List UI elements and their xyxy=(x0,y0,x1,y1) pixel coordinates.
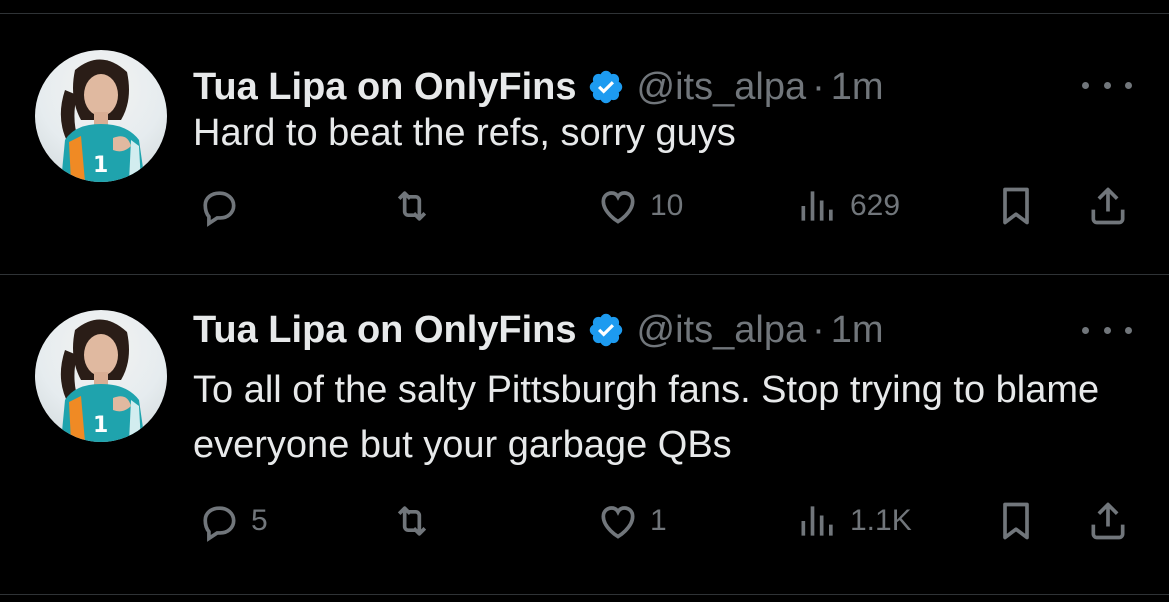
like-count: 10 xyxy=(650,189,684,222)
views-icon xyxy=(801,506,833,536)
view-count: 629 xyxy=(850,189,901,222)
bookmark-icon xyxy=(1003,187,1029,225)
retweet-button[interactable] xyxy=(390,499,444,543)
bottom-divider xyxy=(0,594,1169,595)
tweet-text: To all of the salty Pittsburgh fans. Sto… xyxy=(193,369,1100,466)
share-button[interactable] xyxy=(1086,184,1130,228)
share-icon xyxy=(1091,187,1125,225)
action-bar: 5 1 1.1K xyxy=(0,499,1169,549)
author-name[interactable]: Tua Lipa on OnlyFins xyxy=(193,66,577,109)
tweet-header: Tua Lipa on OnlyFins @its_alpa · 1m xyxy=(193,64,884,110)
views-icon xyxy=(801,191,833,221)
retweet-icon xyxy=(397,506,427,536)
heart-icon xyxy=(601,506,635,539)
avatar[interactable]: 1 xyxy=(35,310,167,442)
like-button[interactable]: 1 xyxy=(596,499,667,543)
views-button[interactable]: 629 xyxy=(796,184,900,228)
timestamp[interactable]: 1m xyxy=(831,66,884,109)
reply-icon xyxy=(203,191,236,227)
reply-button[interactable]: 5 xyxy=(197,499,268,543)
retweet-icon xyxy=(397,191,427,221)
author-name[interactable]: Tua Lipa on OnlyFins xyxy=(193,309,577,352)
share-button[interactable] xyxy=(1086,499,1130,543)
bookmark-button[interactable] xyxy=(994,184,1038,228)
verified-badge-icon xyxy=(587,68,625,106)
timestamp[interactable]: 1m xyxy=(831,309,884,352)
author-handle[interactable]: @its_alpa xyxy=(637,66,807,109)
reply-count: 5 xyxy=(251,504,268,537)
share-icon xyxy=(1091,502,1125,540)
author-handle[interactable]: @its_alpa xyxy=(637,309,807,352)
like-count: 1 xyxy=(650,504,667,537)
reply-button[interactable] xyxy=(197,184,251,228)
bookmark-button[interactable] xyxy=(994,499,1038,543)
reply-icon xyxy=(203,506,236,542)
more-options-icon[interactable] xyxy=(1082,315,1132,345)
action-bar: 10 629 xyxy=(0,184,1169,234)
tweet-1[interactable]: 1 Tua Lipa on OnlyFins @its_alpa · 1m Ha… xyxy=(0,14,1169,276)
views-button[interactable]: 1.1K xyxy=(796,499,912,543)
svg-text:1: 1 xyxy=(93,153,108,178)
verified-badge-icon xyxy=(587,311,625,349)
more-options-icon[interactable] xyxy=(1082,70,1132,100)
tweet-2[interactable]: 1 Tua Lipa on OnlyFins @its_alpa · 1m To… xyxy=(0,275,1169,542)
separator-dot: · xyxy=(812,65,825,108)
like-button[interactable]: 10 xyxy=(596,184,683,228)
tweet-header: Tua Lipa on OnlyFins @its_alpa · 1m xyxy=(193,307,884,353)
heart-icon xyxy=(601,191,635,224)
svg-text:1: 1 xyxy=(93,413,108,438)
separator-dot: · xyxy=(812,308,825,351)
retweet-button[interactable] xyxy=(390,184,444,228)
avatar[interactable]: 1 xyxy=(35,50,167,182)
tweet-text: Hard to beat the refs, sorry guys xyxy=(193,112,736,154)
bookmark-icon xyxy=(1003,502,1029,540)
view-count: 1.1K xyxy=(850,504,912,537)
